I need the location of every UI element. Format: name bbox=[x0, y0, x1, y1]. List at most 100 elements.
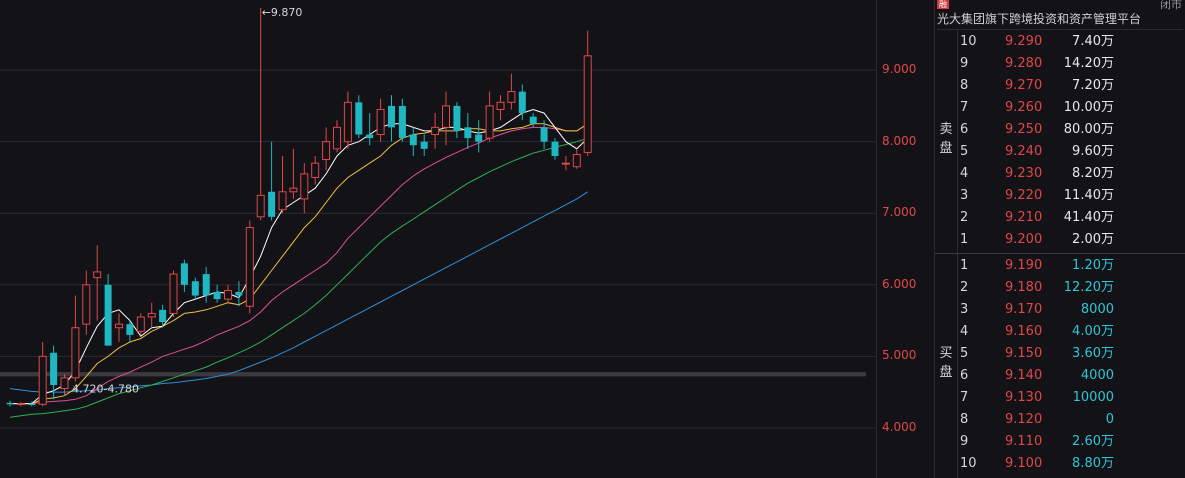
candle-body bbox=[256, 194, 265, 218]
bid-price: 9.160 bbox=[1005, 324, 1043, 339]
candle-body bbox=[224, 290, 232, 300]
high-price-label: ←9.870 bbox=[262, 6, 303, 19]
ma20-line bbox=[10, 123, 588, 405]
y-tick-label: 8.000 bbox=[882, 133, 917, 148]
ask-row[interactable]: 6 9.250 80.00万 bbox=[957, 119, 1185, 141]
candle-body bbox=[115, 323, 123, 329]
bid-volume: 10000 bbox=[1072, 390, 1114, 405]
ask-level: 2 bbox=[960, 210, 969, 225]
candle-body bbox=[169, 273, 178, 314]
stock-description: 光大集团旗下跨境投资和资产管理平台 bbox=[937, 9, 1183, 30]
price-axis: 9.000 8.000 7.000 6.000 5.000 4.000 bbox=[876, 0, 935, 478]
bid-level: 10 bbox=[960, 456, 977, 471]
ask-level: 5 bbox=[960, 144, 969, 159]
kline-chart[interactable]: ←9.870 4.720-4.780 bbox=[0, 0, 876, 478]
candle-body bbox=[93, 271, 102, 279]
ask-row[interactable]: 3 9.220 11.40万 bbox=[957, 185, 1185, 207]
ask-level: 1 bbox=[960, 232, 969, 247]
candle-body bbox=[6, 402, 14, 405]
candle-body bbox=[561, 162, 570, 165]
candle-body bbox=[551, 141, 559, 156]
candle-body bbox=[71, 327, 80, 379]
bid-volume: 0 bbox=[1105, 412, 1114, 427]
ask-row[interactable]: 1 9.200 2.00万 bbox=[957, 229, 1185, 251]
y-tick-label: 9.000 bbox=[882, 62, 917, 77]
candle-body bbox=[540, 127, 548, 142]
candle-body bbox=[28, 403, 36, 406]
kline-svg[interactable]: ←9.870 4.720-4.780 bbox=[0, 0, 876, 478]
ask-row[interactable]: 5 9.240 9.60万 bbox=[957, 141, 1185, 163]
sell-label: 卖盘 bbox=[939, 122, 953, 156]
bid-volume: 4.00万 bbox=[1072, 324, 1114, 339]
candle-body bbox=[159, 309, 167, 323]
candle-body bbox=[289, 187, 298, 193]
candle-body bbox=[268, 191, 276, 217]
candle-body bbox=[496, 101, 505, 110]
candle-body bbox=[366, 134, 374, 139]
ask-price: 9.240 bbox=[1005, 144, 1043, 159]
ask-level: 3 bbox=[960, 188, 969, 203]
ask-volume: 80.00万 bbox=[1063, 122, 1114, 137]
ask-price: 9.200 bbox=[1005, 232, 1043, 247]
y-tick-label: 7.000 bbox=[882, 205, 917, 220]
ask-price: 9.230 bbox=[1005, 166, 1043, 181]
candle-body bbox=[409, 134, 417, 146]
ask-price: 9.280 bbox=[1005, 56, 1043, 71]
bid-row[interactable]: 3 9.170 8000 bbox=[957, 299, 1185, 321]
bid-level: 4 bbox=[960, 324, 969, 339]
bid-level: 7 bbox=[960, 390, 969, 405]
candle-body bbox=[16, 403, 25, 406]
bid-row[interactable]: 7 9.130 10000 bbox=[957, 387, 1185, 409]
buy-label: 买盘 bbox=[939, 346, 953, 380]
ask-volume: 9.60万 bbox=[1072, 144, 1114, 159]
bid-price: 9.130 bbox=[1005, 390, 1043, 405]
sell-side-label-col: 卖盘 bbox=[935, 30, 958, 253]
bid-row[interactable]: 5 9.150 3.60万 bbox=[957, 343, 1185, 365]
ask-volume: 10.00万 bbox=[1063, 100, 1114, 115]
candle-body bbox=[82, 284, 91, 325]
candle-body bbox=[518, 91, 526, 114]
candle-body bbox=[453, 105, 461, 131]
bid-row[interactable]: 6 9.140 4000 bbox=[957, 365, 1185, 387]
ask-row[interactable]: 9 9.280 14.20万 bbox=[957, 53, 1185, 75]
candle-body bbox=[388, 105, 395, 128]
candle-body bbox=[507, 91, 516, 103]
candle-body bbox=[50, 352, 58, 385]
ask-level: 4 bbox=[960, 166, 969, 181]
candle-body bbox=[278, 191, 287, 211]
bid-row[interactable]: 9 9.110 2.60万 bbox=[957, 431, 1185, 453]
candle-body bbox=[38, 355, 47, 405]
ask-row[interactable]: 7 9.260 10.00万 bbox=[957, 97, 1185, 119]
bid-row[interactable]: 10 9.100 8.80万 bbox=[957, 453, 1185, 475]
ask-volume: 14.20万 bbox=[1063, 56, 1114, 71]
ask-price: 9.260 bbox=[1005, 100, 1043, 115]
bid-row[interactable]: 1 9.190 1.20万 bbox=[957, 255, 1185, 277]
bid-row[interactable]: 4 9.160 4.00万 bbox=[957, 321, 1185, 343]
candle-body bbox=[180, 263, 188, 285]
ask-volume: 2.00万 bbox=[1072, 232, 1114, 247]
bid-row[interactable]: 2 9.180 12.20万 bbox=[957, 277, 1185, 299]
ask-row[interactable]: 2 9.210 41.40万 bbox=[957, 207, 1185, 229]
bid-volume: 1.20万 bbox=[1072, 258, 1114, 273]
candle-body bbox=[431, 126, 440, 136]
candle-body bbox=[355, 102, 363, 135]
candle-body bbox=[235, 291, 243, 296]
bid-volume: 8.80万 bbox=[1072, 456, 1114, 471]
bid-row[interactable]: 8 9.120 0 bbox=[957, 409, 1185, 431]
ask-price: 9.220 bbox=[1005, 188, 1043, 203]
bid-price: 9.140 bbox=[1005, 368, 1043, 383]
candle-body bbox=[376, 108, 385, 136]
panel-topbar: 融 闭市 bbox=[935, 0, 1185, 11]
candle-body bbox=[485, 105, 494, 139]
ask-row[interactable]: 8 9.270 7.20万 bbox=[957, 75, 1185, 97]
ask-price: 9.270 bbox=[1005, 78, 1043, 93]
ask-row[interactable]: 4 9.230 8.20万 bbox=[957, 163, 1185, 185]
candle-body bbox=[333, 126, 341, 150]
candle-body bbox=[202, 274, 210, 296]
bid-price: 9.120 bbox=[1005, 412, 1043, 427]
candle-body bbox=[572, 154, 581, 168]
bid-price: 9.190 bbox=[1005, 258, 1043, 273]
ask-row[interactable]: 10 9.290 7.40万 bbox=[957, 31, 1185, 53]
bid-level: 6 bbox=[960, 368, 969, 383]
candle-body bbox=[136, 316, 145, 332]
